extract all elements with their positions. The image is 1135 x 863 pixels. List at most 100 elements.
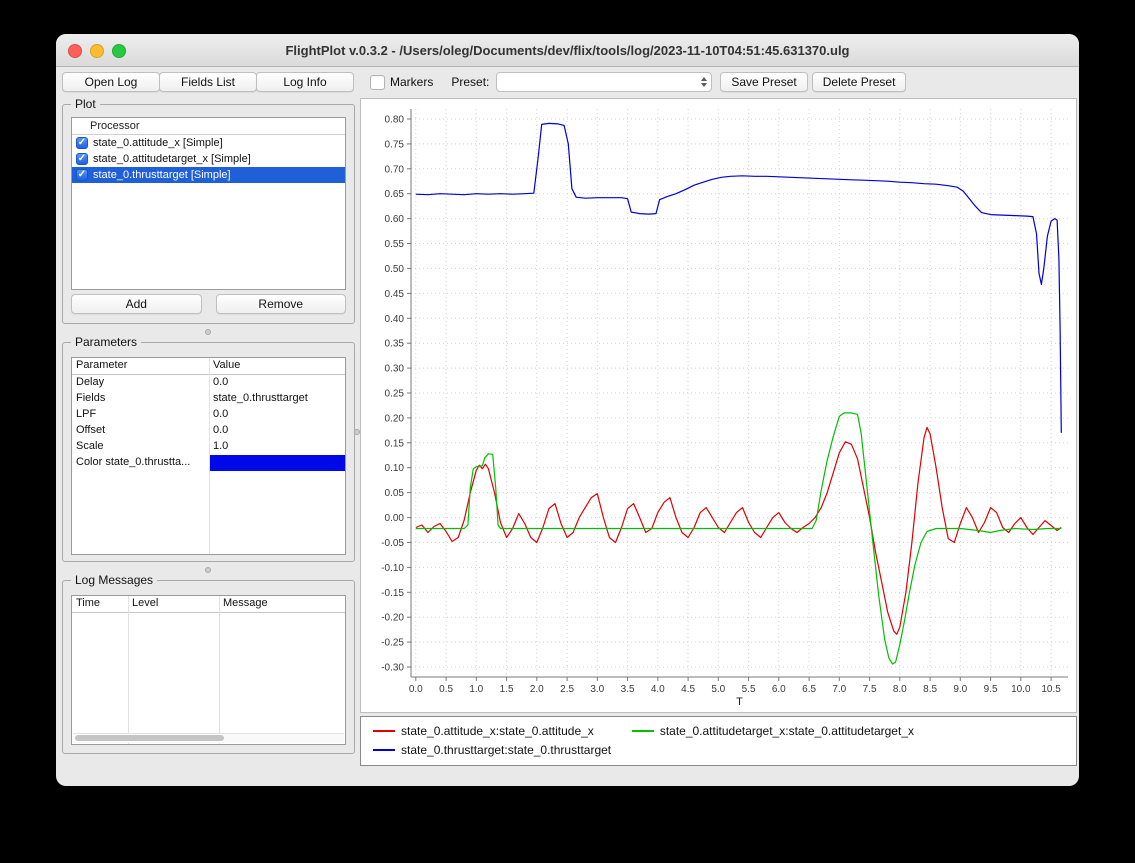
horizontal-scrollbar[interactable] [73,733,344,743]
column-divider [209,358,210,554]
svg-text:10.0: 10.0 [1011,684,1031,695]
svg-text:0.55: 0.55 [385,239,405,250]
save-preset-button[interactable]: Save Preset [720,72,807,92]
delete-preset-button[interactable]: Delete Preset [812,72,907,92]
svg-text:0.80: 0.80 [385,115,405,126]
parameter-name: LPF [72,407,209,423]
svg-text:-0.15: -0.15 [381,588,404,599]
svg-text:0.0: 0.0 [409,684,423,695]
plot-list-item[interactable]: ✓ state_0.thrusttarget [Simple] [72,167,345,183]
svg-text:0.50: 0.50 [385,264,405,275]
combobox-arrows-icon [701,77,707,87]
legend-line-sample [373,749,395,751]
svg-text:0.40: 0.40 [385,314,405,325]
plot-series-list[interactable]: Processor ✓ state_0.attitude_x [Simple] ✓ s… [71,117,346,290]
legend-item: state_0.thrusttarget:state_0.thrusttarge… [373,742,611,757]
svg-text:5.0: 5.0 [711,684,725,695]
svg-text:0.30: 0.30 [385,364,405,375]
item-checkbox[interactable]: ✓ [76,137,88,149]
column-divider [128,596,129,744]
svg-text:0.70: 0.70 [385,164,405,175]
svg-text:0.35: 0.35 [385,339,405,350]
preset-label: Preset: [451,75,489,89]
svg-text:-0.05: -0.05 [381,538,404,549]
svg-text:0.5: 0.5 [439,684,453,695]
preset-combobox[interactable] [496,72,712,92]
log-info-button[interactable]: Log Info [256,72,354,92]
open-log-button[interactable]: Open Log [62,72,160,92]
item-checkbox[interactable]: ✓ [76,169,88,181]
svg-text:2.5: 2.5 [560,684,574,695]
log-messages-table[interactable]: Time Level Message [71,595,346,745]
close-window-button[interactable] [68,44,82,58]
legend-item: state_0.attitude_x:state_0.attitude_x [373,723,594,738]
scrollbar-thumb[interactable] [75,735,224,741]
minimize-window-button[interactable] [90,44,104,58]
titlebar[interactable]: FlightPlot v.0.3.2 - /Users/oleg/Documen… [56,34,1079,67]
plot-item-label: state_0.attitudetarget_x [Simple] [93,153,251,165]
markers-label: Markers [390,75,433,89]
parameters-table[interactable]: Parameter Value Delay0.0Fieldsstate_0.th… [71,357,346,555]
svg-text:T: T [736,696,743,708]
chart-canvas[interactable]: -0.30-0.25-0.20-0.15-0.10-0.050.000.050.… [361,99,1076,712]
svg-text:10.5: 10.5 [1041,684,1061,695]
svg-text:6.5: 6.5 [802,684,816,695]
item-checkbox[interactable]: ✓ [76,153,88,165]
parameter-value: state_0.thrusttarget [209,391,345,407]
column-header-parameter[interactable]: Parameter [72,358,209,374]
plot-panel: Plot Processor ✓state_0.attitude_x [Simp… [62,104,355,324]
add-button[interactable]: Add [71,294,202,314]
flightplot-window: FlightPlot v.0.3.2 - /Users/oleg/Documen… [56,34,1079,786]
svg-text:0.05: 0.05 [385,488,405,499]
parameter-value: 0.0 [209,423,345,439]
toolbar: Open Log Fields List Log Info Markers Pr… [62,71,1073,93]
log-messages-panel: Log Messages Time Level Message [62,580,355,754]
plot-item-label: state_0.attitude_x [Simple] [93,137,223,149]
svg-text:3.0: 3.0 [590,684,604,695]
legend-label: state_0.attitudetarget_x:state_0.attitud… [660,724,914,738]
splitter-handle[interactable] [205,567,211,573]
plot-list-item[interactable]: ✓ state_0.attitude_x [Simple] [72,135,345,151]
chevron-up-icon [701,77,707,81]
plot-list-item[interactable]: ✓ state_0.attitudetarget_x [Simple] [72,151,345,167]
svg-text:0.75: 0.75 [385,139,405,150]
legend-line-sample [373,730,395,732]
svg-text:2.0: 2.0 [530,684,544,695]
chevron-down-icon [701,83,707,87]
column-header-message[interactable]: Message [219,596,345,612]
remove-button[interactable]: Remove [216,294,347,314]
svg-text:0.25: 0.25 [385,389,405,400]
svg-text:0.10: 0.10 [385,463,405,474]
splitter-handle[interactable] [205,329,211,335]
svg-text:8.0: 8.0 [893,684,907,695]
svg-text:0.45: 0.45 [385,289,405,300]
processor-column-header[interactable]: Processor [72,118,345,135]
column-header-value[interactable]: Value [209,358,345,374]
plot-panel-title: Plot [71,97,100,111]
svg-text:7.5: 7.5 [863,684,877,695]
toolbar-button-group: Open Log Fields List Log Info [62,72,356,92]
parameter-name: Color state_0.thrustta... [72,455,209,471]
plot-list-rows: ✓ state_0.attitude_x [Simple] ✓ state_0.att… [72,135,345,183]
legend-label: state_0.attitude_x:state_0.attitude_x [401,724,594,738]
parameter-name: Scale [72,439,209,455]
svg-text:0.60: 0.60 [385,214,405,225]
chart-panel[interactable]: -0.30-0.25-0.20-0.15-0.10-0.050.000.050.… [360,98,1077,713]
svg-text:1.5: 1.5 [500,684,514,695]
svg-text:1.0: 1.0 [469,684,483,695]
fields-list-button[interactable]: Fields List [159,72,257,92]
column-header-time[interactable]: Time [72,596,128,612]
window-controls [68,44,126,58]
legend-label: state_0.thrusttarget:state_0.thrusttarge… [401,743,611,757]
svg-text:-0.30: -0.30 [381,663,404,674]
color-swatch [209,455,345,471]
parameter-name: Delay [72,375,209,391]
svg-text:9.5: 9.5 [984,684,998,695]
markers-checkbox[interactable] [370,75,385,90]
svg-text:0.15: 0.15 [385,438,405,449]
zoom-window-button[interactable] [112,44,126,58]
plot-item-label: state_0.thrusttarget [Simple] [93,169,231,181]
column-header-level[interactable]: Level [128,596,219,612]
svg-text:9.0: 9.0 [953,684,967,695]
svg-text:3.5: 3.5 [621,684,635,695]
